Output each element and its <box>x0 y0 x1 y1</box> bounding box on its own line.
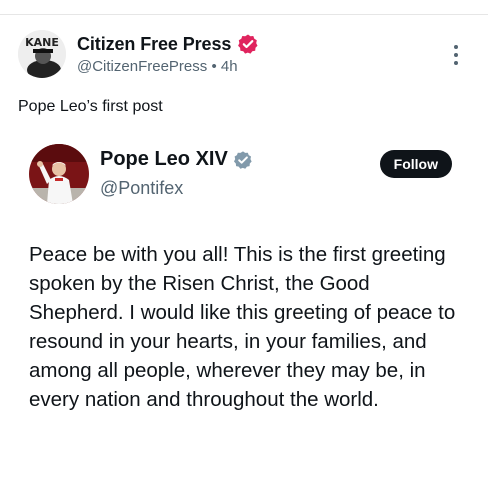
more-options-icon[interactable] <box>446 42 466 68</box>
meta-separator: • <box>211 58 217 75</box>
kane-avatar-image: KANE <box>18 30 66 78</box>
quoted-post[interactable]: Pope Leo XIV @Pontifex Follow Peace be w… <box>18 130 470 482</box>
follow-button[interactable]: Follow <box>379 150 452 178</box>
author-name-row: Citizen Free Press <box>77 33 259 55</box>
quote-author-avatar[interactable] <box>29 144 89 204</box>
quote-body-text: Peace be with you all! This is the first… <box>29 243 456 411</box>
quote-author-handle[interactable]: @Pontifex <box>100 178 183 199</box>
more-dot <box>454 45 458 49</box>
post-time[interactable]: 4h <box>221 58 238 75</box>
pope-avatar-image <box>29 144 89 204</box>
verified-badge-icon <box>233 150 252 169</box>
post-header: KANE Citizen Free Press @CitizenFreePres… <box>18 30 468 86</box>
author-handle[interactable]: @CitizenFreePress <box>77 58 207 75</box>
author-meta: @CitizenFreePress • 4h <box>77 58 238 75</box>
top-divider <box>0 14 488 15</box>
verified-badge-icon <box>238 34 258 54</box>
quote-author-name[interactable]: Pope Leo XIV <box>100 148 228 171</box>
post-text: Pope Leo’s first post <box>18 98 163 115</box>
author-avatar[interactable]: KANE <box>18 30 66 78</box>
more-dot <box>454 61 458 65</box>
quote-name-row: Pope Leo XIV <box>100 148 253 171</box>
avatar-text: KANE <box>25 36 59 49</box>
more-dot <box>454 53 458 57</box>
author-name[interactable]: Citizen Free Press <box>77 34 231 55</box>
